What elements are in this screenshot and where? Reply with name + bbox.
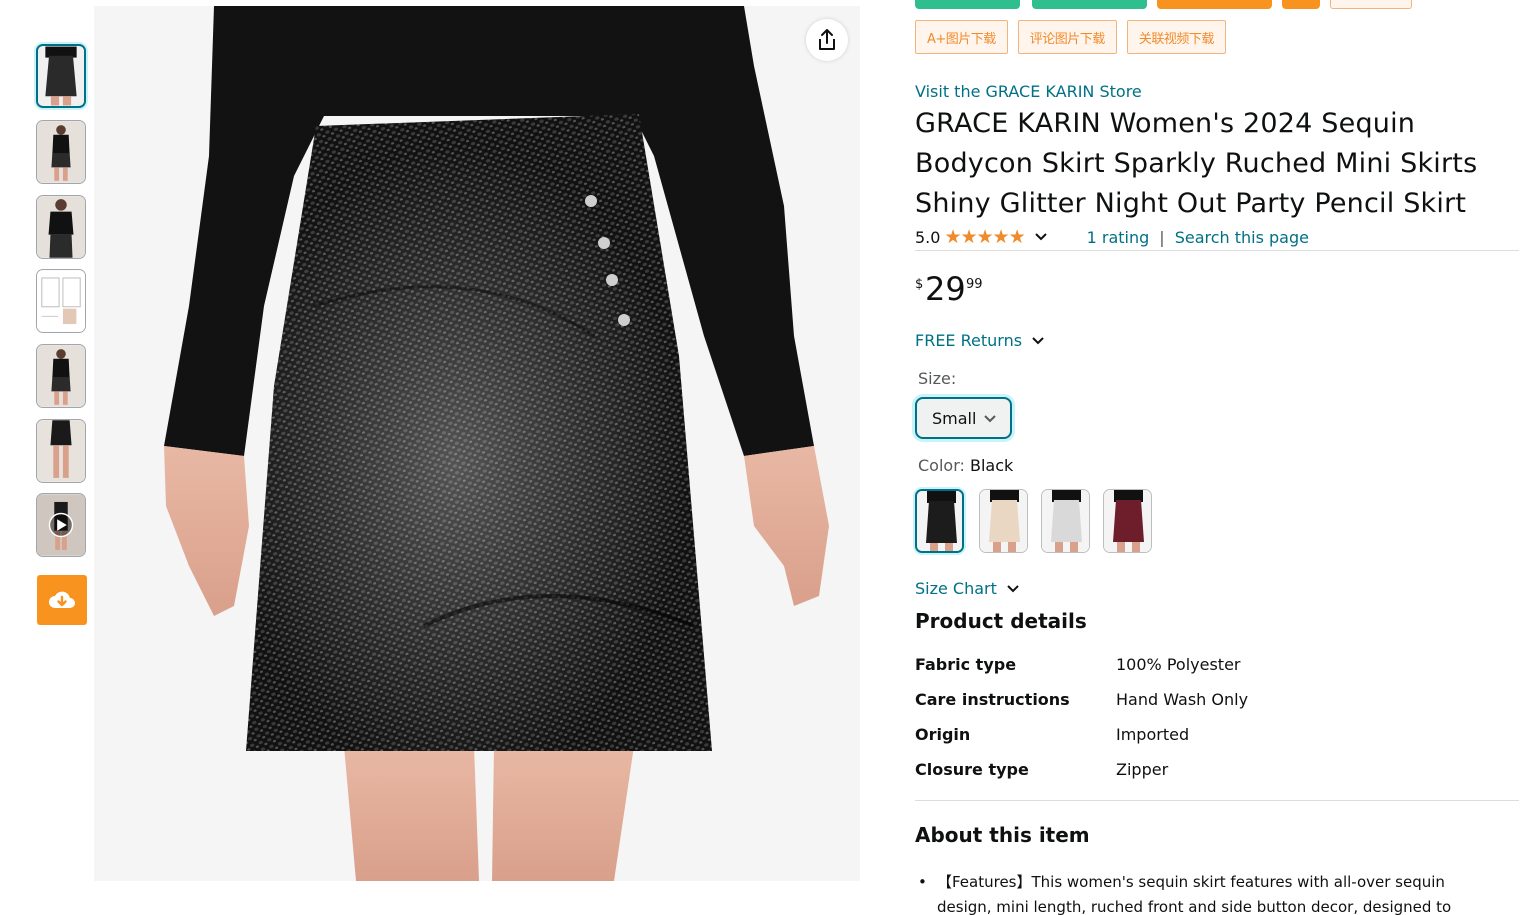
thumbnail-image	[37, 345, 85, 407]
detail-value: Zipper	[1116, 760, 1169, 779]
tool-button-4[interactable]	[1282, 0, 1320, 9]
divider	[915, 250, 1519, 251]
thumbnail-image	[37, 196, 85, 258]
detail-value: Imported	[1116, 725, 1190, 744]
cloud-download-icon	[49, 591, 75, 608]
swatch-image	[1104, 490, 1151, 552]
detail-key: Care instructions	[915, 690, 1070, 709]
detail-key: Origin	[915, 725, 971, 744]
detail-value: 100% Polyester	[1116, 655, 1241, 674]
sequin-skirt-photo	[94, 6, 860, 881]
tool-button-3[interactable]	[1157, 0, 1272, 9]
aplus-images-download-button[interactable]: A+图片下载	[915, 20, 1008, 54]
product-title: GRACE KARIN Women's 2024 Sequin Bodycon …	[915, 108, 1478, 219]
tool-button-1[interactable]	[915, 0, 1020, 9]
free-returns-label: FREE Returns	[915, 331, 1023, 350]
price-fraction: 99	[966, 277, 983, 292]
color-swatch-2[interactable]	[979, 489, 1028, 553]
free-returns-link[interactable]: FREE Returns	[915, 331, 1046, 350]
chevron-down-icon	[1032, 336, 1044, 344]
color-label: Color: Black	[918, 456, 1013, 475]
download-buttons: A+图片下载 评论图片下载 关联视频下载	[915, 20, 1226, 54]
product-detail-row: Fabric type 100% Polyester	[915, 655, 1415, 679]
store-link[interactable]: Visit the GRACE KARIN Store	[915, 82, 1142, 101]
color-selected-value: Black	[969, 456, 1014, 475]
thumbnail-4[interactable]	[36, 269, 86, 333]
rating-row: 5.0 ★★★★★ 1 rating | Search this page	[915, 226, 1519, 248]
thumbnail-1[interactable]	[36, 44, 86, 108]
star-rating-icon[interactable]: ★★★★★	[944, 226, 1025, 248]
thumbnail-image	[37, 121, 85, 183]
thumbnail-image	[38, 46, 84, 106]
rating-separator: |	[1159, 227, 1165, 247]
chevron-down-icon	[1007, 584, 1019, 592]
about-this-item-title: About this item	[915, 823, 1090, 847]
tool-button-5[interactable]	[1330, 0, 1412, 9]
color-swatch-1[interactable]	[915, 489, 964, 553]
product-detail-row: Origin Imported	[915, 725, 1415, 749]
main-product-image[interactable]	[94, 6, 860, 881]
video-play-icon	[37, 494, 85, 556]
price-whole: 29	[925, 270, 966, 308]
color-swatch-4[interactable]	[1103, 489, 1152, 553]
swatch-image	[917, 491, 962, 551]
detail-value: Hand Wash Only	[1116, 690, 1249, 709]
search-this-page-link[interactable]: Search this page	[1175, 228, 1309, 247]
price-symbol: $	[915, 277, 924, 292]
detail-key: Fabric type	[915, 655, 1017, 674]
size-chart-link[interactable]: Size Chart	[915, 579, 1021, 598]
color-label-text: Color:	[918, 456, 965, 475]
product-detail-row: Closure type Zipper	[915, 760, 1415, 784]
ratings-count-link[interactable]: 1 rating	[1087, 228, 1150, 247]
tool-button-2[interactable]	[1032, 0, 1147, 9]
thumbnail-6[interactable]	[36, 419, 86, 483]
swatch-image	[980, 490, 1027, 552]
divider	[915, 800, 1519, 801]
size-label: Size:	[918, 369, 957, 388]
product-details-title: Product details	[915, 609, 1087, 633]
bullet-marker: •	[918, 873, 927, 891]
color-swatch-3[interactable]	[1041, 489, 1090, 553]
review-images-download-button[interactable]: 评论图片下载	[1017, 20, 1117, 54]
share-button[interactable]	[806, 19, 848, 61]
detail-key: Closure type	[915, 760, 1029, 779]
cloud-download-button[interactable]	[37, 575, 87, 625]
rating-score: 5.0	[915, 227, 941, 247]
chevron-down-icon	[984, 415, 996, 423]
thumbnail-image	[37, 420, 85, 482]
share-icon	[819, 29, 835, 50]
about-bullet-1: 【Features】This women's sequin skirt feat…	[937, 873, 1452, 915]
thumbnail-image	[37, 270, 85, 332]
swatch-image	[1042, 490, 1089, 552]
thumbnail-7[interactable]	[36, 493, 86, 557]
size-dropdown[interactable]: Small	[915, 397, 1012, 439]
thumbnail-5[interactable]	[36, 344, 86, 408]
thumbnail-2[interactable]	[36, 120, 86, 184]
product-detail-row: Care instructions Hand Wash Only	[915, 690, 1415, 714]
size-chart-label: Size Chart	[915, 579, 997, 598]
thumbnail-3[interactable]	[36, 195, 86, 259]
rating-chevron-down-icon[interactable]	[1033, 229, 1049, 245]
size-selected-value: Small	[932, 408, 977, 428]
related-video-download-button[interactable]: 关联视频下载	[1126, 20, 1226, 54]
